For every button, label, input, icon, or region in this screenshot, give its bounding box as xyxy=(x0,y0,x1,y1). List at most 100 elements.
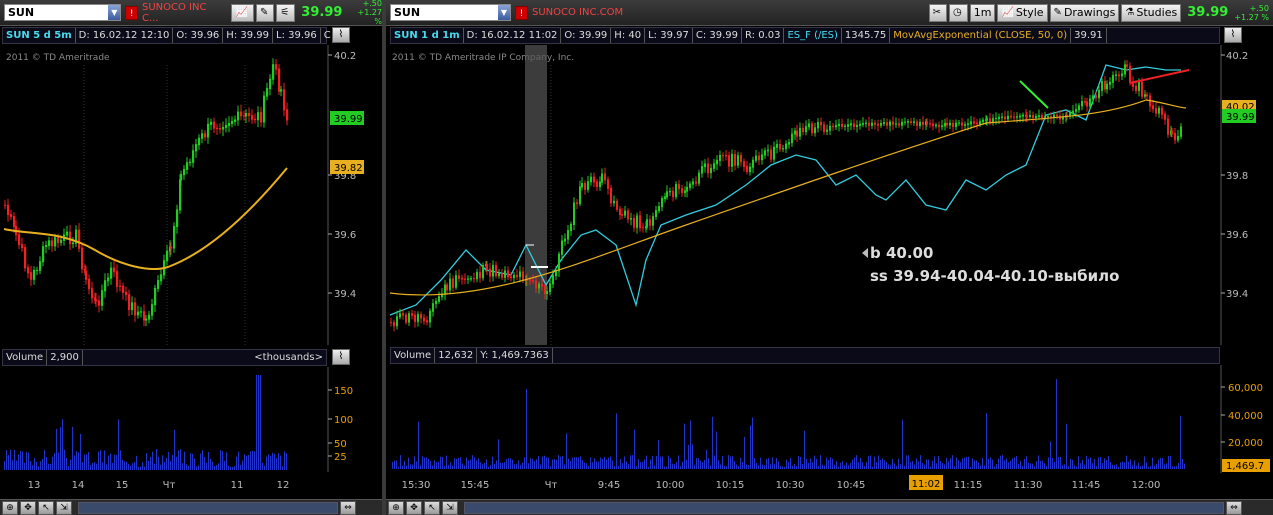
candle-body xyxy=(838,123,840,127)
pointer-icon[interactable]: ↖ xyxy=(38,500,54,515)
pan-icon[interactable]: ✥ xyxy=(406,500,422,515)
volume-bar xyxy=(728,455,730,469)
volume-bar xyxy=(4,461,6,470)
zoom-icon[interactable]: ⊕ xyxy=(2,500,18,515)
candle-body xyxy=(604,173,606,181)
candle-body xyxy=(204,133,207,138)
pan-icon[interactable]: ✥ xyxy=(20,500,36,515)
zoom-icon[interactable]: ⊕ xyxy=(388,500,404,515)
interval-button[interactable]: 1m xyxy=(969,3,996,22)
candle-body xyxy=(510,276,512,279)
candle-body xyxy=(544,285,546,295)
fit-icon[interactable]: ⇔ xyxy=(340,500,356,515)
right-volume-chart[interactable]: 60,000 40,000 20,000 1,469.7 xyxy=(386,365,1273,473)
volume-bar xyxy=(104,450,106,470)
chevron-down-icon[interactable]: ▼ xyxy=(108,5,121,20)
volume-bar xyxy=(116,454,118,470)
volume-bar xyxy=(1028,462,1030,469)
right-chart-settings-button[interactable]: ⌇ xyxy=(1224,27,1242,43)
volume-bar xyxy=(780,465,782,469)
right-symbol-input[interactable]: SUN ▼ xyxy=(390,4,511,21)
candle-body xyxy=(1155,108,1157,114)
left-volume-chart[interactable]: 150 100 50 25 xyxy=(0,367,382,472)
volume-bar xyxy=(794,463,796,469)
candle-body xyxy=(686,186,688,192)
expand-icon[interactable]: ⇲ xyxy=(442,500,458,515)
volume-bar xyxy=(518,460,520,469)
volume-bar xyxy=(750,425,752,469)
volume-bar xyxy=(200,453,202,470)
volume-bar xyxy=(1126,455,1128,469)
volume-bar xyxy=(474,457,476,469)
volume-bar xyxy=(760,457,762,469)
candle-body xyxy=(432,303,434,312)
candle-body xyxy=(859,123,861,126)
volume-bar xyxy=(82,462,84,470)
volume-tick-label: 25 xyxy=(334,452,347,463)
volume-bar xyxy=(36,461,38,470)
chevron-down-icon[interactable]: ▼ xyxy=(498,5,510,20)
volume-bar xyxy=(1036,461,1038,469)
left-pencil-button[interactable]: ✎ xyxy=(255,3,275,22)
volume-bar xyxy=(1122,461,1124,469)
candle-body xyxy=(492,264,494,277)
volume-bar xyxy=(626,461,628,469)
candle-body xyxy=(1104,80,1106,90)
right-price-chart[interactable]: 2011 © TD Ameritrade IP Company, Inc. 40.… xyxy=(386,45,1273,345)
volume-bar xyxy=(834,464,836,469)
fit-icon[interactable]: ⇔ xyxy=(1226,500,1242,515)
studies-button[interactable]: ⚗ Studies xyxy=(1121,3,1182,22)
volume-bar xyxy=(878,455,880,469)
left-change-abs: +.50 xyxy=(362,0,382,8)
volume-bar xyxy=(656,455,658,469)
volume-bar xyxy=(844,465,846,469)
price-tick-label: 40.2 xyxy=(334,51,356,62)
right-clock-button[interactable]: ◷ xyxy=(949,3,968,22)
alert-flag-icon[interactable]: ! xyxy=(125,5,138,20)
left-price-chart[interactable]: 2011 © TD Ameritrade 40.239.839.639.439.9… xyxy=(0,45,382,345)
volume-bar xyxy=(798,455,800,469)
volume-bar xyxy=(444,465,446,469)
volume-bar xyxy=(232,466,234,470)
chart-icon: ⌇ xyxy=(338,29,344,40)
drawings-button[interactable]: ✎ Drawings xyxy=(1049,3,1120,22)
volume-bar xyxy=(72,426,74,470)
volume-bar xyxy=(714,455,716,469)
left-chart-settings-button[interactable]: ⌇ xyxy=(332,27,350,43)
volume-bar xyxy=(602,458,604,469)
time-tick-label: 15 xyxy=(116,480,129,491)
candle-body xyxy=(538,283,540,289)
left-link-button[interactable]: ⚟ xyxy=(276,3,296,22)
left-chart-icon-button[interactable]: 📈 xyxy=(231,3,254,22)
volume-bar xyxy=(1040,460,1042,469)
expand-icon[interactable]: ⇲ xyxy=(56,500,72,515)
volume-bar xyxy=(528,463,530,469)
volume-bar xyxy=(452,465,454,469)
volume-bar xyxy=(250,451,252,470)
candle-body xyxy=(498,273,500,277)
volume-bar xyxy=(702,462,704,469)
candle-body xyxy=(54,237,57,247)
volume-bar xyxy=(674,464,676,469)
left-symbol-input[interactable]: SUN ▼ xyxy=(4,4,122,21)
right-tools-button[interactable]: ✂ xyxy=(928,3,947,22)
candle-body xyxy=(399,313,401,318)
right-scrollbar[interactable] xyxy=(464,501,1224,514)
alert-flag-icon[interactable]: ! xyxy=(515,5,528,20)
volume-bar xyxy=(918,461,920,469)
volume-bar xyxy=(664,466,666,469)
candle-body xyxy=(932,123,934,127)
volume-bar xyxy=(1112,464,1114,469)
volume-bar xyxy=(286,453,288,470)
volume-bar xyxy=(840,462,842,469)
last-price-label: 39.99 xyxy=(1226,112,1255,123)
style-button[interactable]: 📈 Style xyxy=(997,3,1048,22)
volume-bar xyxy=(708,458,710,469)
left-scrollbar[interactable] xyxy=(78,501,338,514)
candle-body xyxy=(770,149,772,160)
left-volume-settings-button[interactable]: ⌇ xyxy=(332,349,350,365)
candle-body xyxy=(844,125,846,127)
candle-body xyxy=(919,121,921,126)
pointer-icon[interactable]: ↖ xyxy=(424,500,440,515)
candle-body xyxy=(513,274,515,279)
